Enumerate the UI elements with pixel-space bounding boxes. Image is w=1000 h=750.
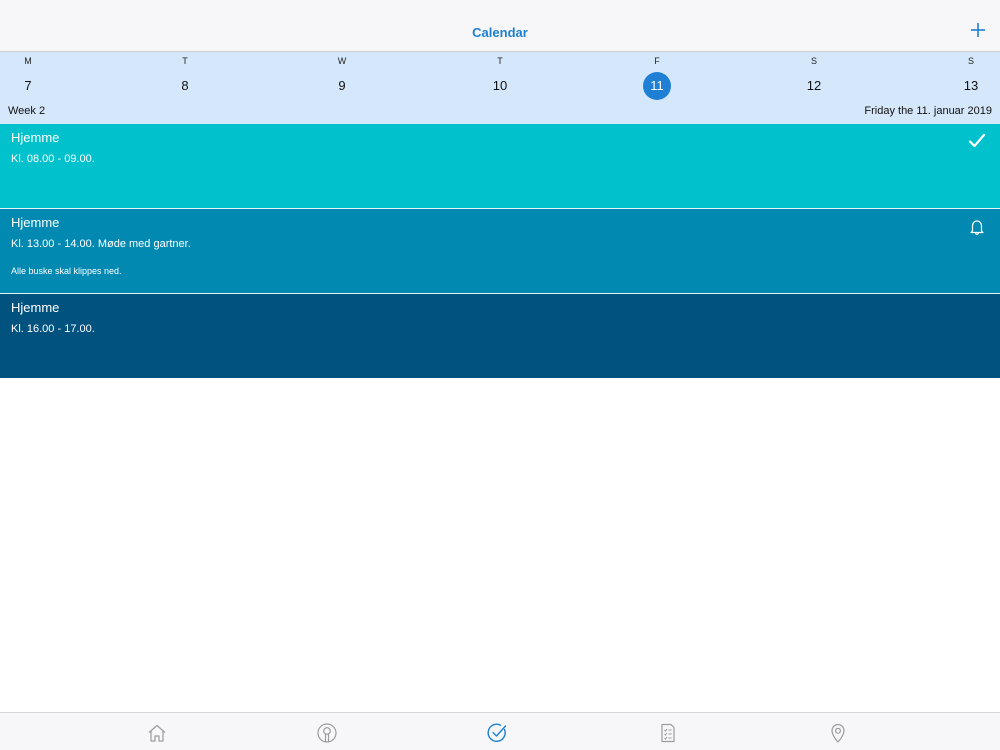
tab-checklist[interactable] — [657, 722, 679, 744]
event-item[interactable]: Hjemme Kl. 16.00 - 17.00. — [0, 293, 1000, 378]
day-thursday[interactable]: T 10 — [480, 52, 520, 100]
plus-icon — [971, 23, 985, 37]
event-list: Hjemme Kl. 08.00 - 09.00. Hjemme Kl. 13.… — [0, 124, 1000, 378]
day-letter: T — [497, 56, 503, 66]
event-item[interactable]: Hjemme Kl. 13.00 - 14.00. Møde med gartn… — [0, 208, 1000, 293]
tab-bar — [0, 712, 1000, 750]
day-wednesday[interactable]: W 9 — [322, 52, 362, 100]
profile-icon — [317, 723, 337, 743]
day-letter: M — [24, 56, 32, 66]
checklist-icon — [661, 723, 675, 743]
location-pin-icon — [831, 723, 845, 743]
day-number: 7 — [24, 78, 32, 93]
event-title: Hjemme — [11, 215, 60, 230]
tab-location[interactable] — [827, 722, 849, 744]
page-title: Calendar — [472, 25, 528, 40]
day-tuesday[interactable]: T 8 — [165, 52, 205, 100]
event-time: Kl. 13.00 - 14.00. Møde med gartner. — [11, 238, 191, 250]
event-title: Hjemme — [11, 130, 60, 145]
selected-date-label: Friday the 11. januar 2019 — [864, 105, 992, 117]
day-number: 8 — [181, 78, 189, 93]
day-number: 13 — [963, 78, 979, 93]
day-letter: T — [182, 56, 188, 66]
week-strip: M 7 T 8 W 9 T 10 F 11 S 12 S 13 Week 2 F… — [0, 52, 1000, 124]
event-note: Alle buske skal klippes ned. — [11, 266, 122, 276]
navigation-bar: Calendar — [0, 0, 1000, 52]
day-sunday[interactable]: S 13 — [951, 52, 991, 100]
day-number: 10 — [492, 78, 508, 93]
day-letter: F — [654, 56, 660, 66]
day-letter: W — [337, 56, 347, 66]
day-number-selected: 11 — [643, 72, 671, 100]
home-icon — [148, 724, 166, 742]
day-monday[interactable]: M 7 — [8, 52, 48, 100]
calendar-check-icon — [487, 723, 507, 742]
event-time: Kl. 08.00 - 09.00. — [11, 153, 95, 165]
tab-home[interactable] — [146, 722, 168, 744]
day-letter: S — [810, 56, 817, 66]
day-letter: S — [967, 56, 974, 66]
event-title: Hjemme — [11, 300, 60, 315]
event-time: Kl. 16.00 - 17.00. — [11, 323, 95, 335]
add-event-button[interactable] — [970, 22, 986, 38]
day-number: 12 — [806, 78, 822, 93]
day-friday[interactable]: F 11 — [637, 52, 677, 100]
day-number: 9 — [338, 78, 346, 93]
week-number-label: Week 2 — [8, 105, 46, 117]
event-item[interactable]: Hjemme Kl. 08.00 - 09.00. — [0, 124, 1000, 208]
bell-icon[interactable] — [968, 218, 986, 236]
tab-calendar[interactable] — [486, 722, 508, 744]
checkmark-icon — [968, 132, 986, 150]
day-saturday[interactable]: S 12 — [794, 52, 834, 100]
tab-profile[interactable] — [316, 722, 338, 744]
